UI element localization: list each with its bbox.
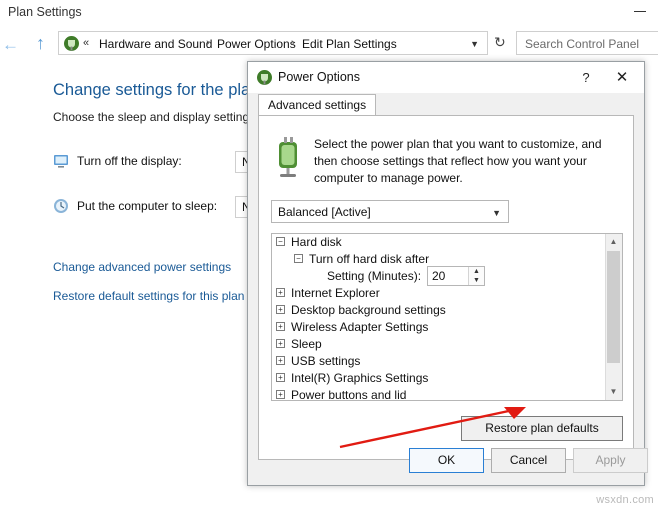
power-plan-select[interactable]: Balanced [Active] ▼ [271, 200, 509, 223]
scroll-down-icon[interactable]: ▼ [606, 384, 621, 400]
minutes-value: 20 [432, 269, 446, 283]
window-title: Plan Settings [8, 5, 82, 19]
expand-icon[interactable]: + [276, 288, 285, 297]
navigation-bar: ← ↑ « Hardware and Sound › Power Options… [0, 28, 658, 58]
page-title: Change settings for the plan [53, 81, 260, 99]
tree-item[interactable]: + Power buttons and lid [272, 387, 622, 401]
power-plan-icon [279, 137, 297, 177]
tree-item[interactable]: + Wireless Adapter Settings [272, 319, 622, 336]
tree-item-label: Intel(R) Graphics Settings [291, 371, 429, 385]
back-arrow-icon[interactable]: ← [2, 36, 19, 53]
breadcrumb-separator: › [206, 37, 210, 49]
page-subtitle: Choose the sleep and display settings [53, 110, 256, 124]
power-plug-icon [64, 36, 79, 51]
power-plug-icon [257, 70, 272, 85]
link-change-advanced-power-settings[interactable]: Change advanced power settings [53, 260, 231, 274]
breadcrumb-hardware-and-sound[interactable]: Hardware and Sound [99, 37, 212, 51]
breadcrumb-power-options[interactable]: Power Options [217, 37, 296, 51]
spinner-up-icon[interactable]: ▲ [469, 267, 484, 276]
tab-advanced-settings[interactable]: Advanced settings [258, 94, 377, 116]
advanced-settings-panel: Select the power plan that you want to c… [258, 115, 634, 460]
tree-item-label: USB settings [291, 354, 361, 368]
breadcrumb-edit-plan-settings[interactable]: Edit Plan Settings [302, 37, 397, 51]
restore-plan-defaults-button[interactable]: Restore plan defaults [461, 416, 623, 441]
expand-icon[interactable]: + [276, 322, 285, 331]
expand-icon[interactable]: + [276, 339, 285, 348]
tree-item-label: Sleep [291, 337, 322, 351]
scroll-up-icon[interactable]: ▲ [606, 234, 621, 250]
cancel-button[interactable]: Cancel [491, 448, 566, 473]
tree-item-label: Setting (Minutes): [327, 269, 422, 283]
expand-icon[interactable]: + [276, 356, 285, 365]
tree-item[interactable]: + Sleep [272, 336, 622, 353]
chevron-down-icon[interactable]: ▼ [492, 208, 501, 218]
search-input[interactable]: Search Control Panel [516, 31, 658, 55]
close-icon[interactable]: ✕ [612, 68, 632, 88]
power-plan-select-value: Balanced [Active] [278, 205, 371, 219]
collapse-icon[interactable]: − [294, 254, 303, 263]
breadcrumb-chevrons[interactable]: « [83, 37, 89, 49]
refresh-icon[interactable]: ↻ [494, 34, 506, 51]
chevron-down-icon[interactable]: ▼ [470, 39, 479, 49]
collapse-icon[interactable]: − [276, 237, 285, 246]
dialog-title: Power Options [278, 70, 360, 84]
address-bar[interactable]: « Hardware and Sound › Power Options › E… [58, 31, 488, 55]
breadcrumb-separator: › [291, 37, 295, 49]
control-panel-titlebar: Plan Settings [0, 0, 658, 26]
tree-rows: − Hard disk − Turn off hard disk after Setti… [272, 234, 622, 401]
tree-item-label: Hard disk [291, 235, 342, 249]
minimize-button[interactable] [634, 11, 646, 12]
dialog-titlebar[interactable]: Power Options ? ✕ [248, 62, 644, 93]
spinner-buttons[interactable]: ▲ ▼ [468, 267, 484, 285]
tree-item-label: Wireless Adapter Settings [291, 320, 429, 334]
tree-item[interactable]: − Hard disk [272, 234, 622, 251]
tree-item[interactable]: + Intel(R) Graphics Settings [272, 370, 622, 387]
tree-item-label: Internet Explorer [291, 286, 380, 300]
expand-icon[interactable]: + [276, 390, 285, 399]
setting-label: Put the computer to sleep: [77, 199, 218, 213]
up-arrow-icon[interactable]: ↑ [36, 34, 45, 52]
expand-icon[interactable]: + [276, 373, 285, 382]
help-icon[interactable]: ? [576, 68, 596, 88]
expand-icon[interactable]: + [276, 305, 285, 314]
tree-item[interactable]: + Internet Explorer [272, 285, 622, 302]
tree-scrollbar[interactable]: ▲ ▼ [605, 234, 622, 400]
dialog-info-text: Select the power plan that you want to c… [314, 137, 602, 185]
tree-item[interactable]: + Desktop background settings [272, 302, 622, 319]
tree-item-label: Desktop background settings [291, 303, 446, 317]
link-restore-default-settings[interactable]: Restore default settings for this plan [53, 289, 244, 303]
display-icon [54, 155, 68, 168]
setting-label: Turn off the display: [77, 154, 182, 168]
power-options-dialog: Power Options ? ✕ Advanced settings Sele… [247, 61, 648, 486]
tree-item[interactable]: + USB settings [272, 353, 622, 370]
spinner-down-icon[interactable]: ▼ [469, 276, 484, 285]
advanced-settings-tree[interactable]: − Hard disk − Turn off hard disk after Setti… [271, 233, 623, 401]
ok-button[interactable]: OK [409, 448, 484, 473]
tree-item[interactable]: Setting (Minutes): 20 ▲ ▼ [272, 266, 622, 286]
scrollbar-thumb[interactable] [607, 251, 620, 363]
tree-item-label: Power buttons and lid [291, 388, 407, 401]
search-placeholder: Search Control Panel [525, 37, 640, 51]
tree-item-label: Turn off hard disk after [309, 252, 430, 266]
sleep-icon [54, 199, 68, 213]
minutes-spinner[interactable]: 20 ▲ ▼ [427, 266, 485, 286]
dialog-tabstrip: Advanced settings [258, 94, 634, 116]
apply-button[interactable]: Apply [573, 448, 648, 473]
watermark: wsxdn.com [596, 494, 654, 506]
